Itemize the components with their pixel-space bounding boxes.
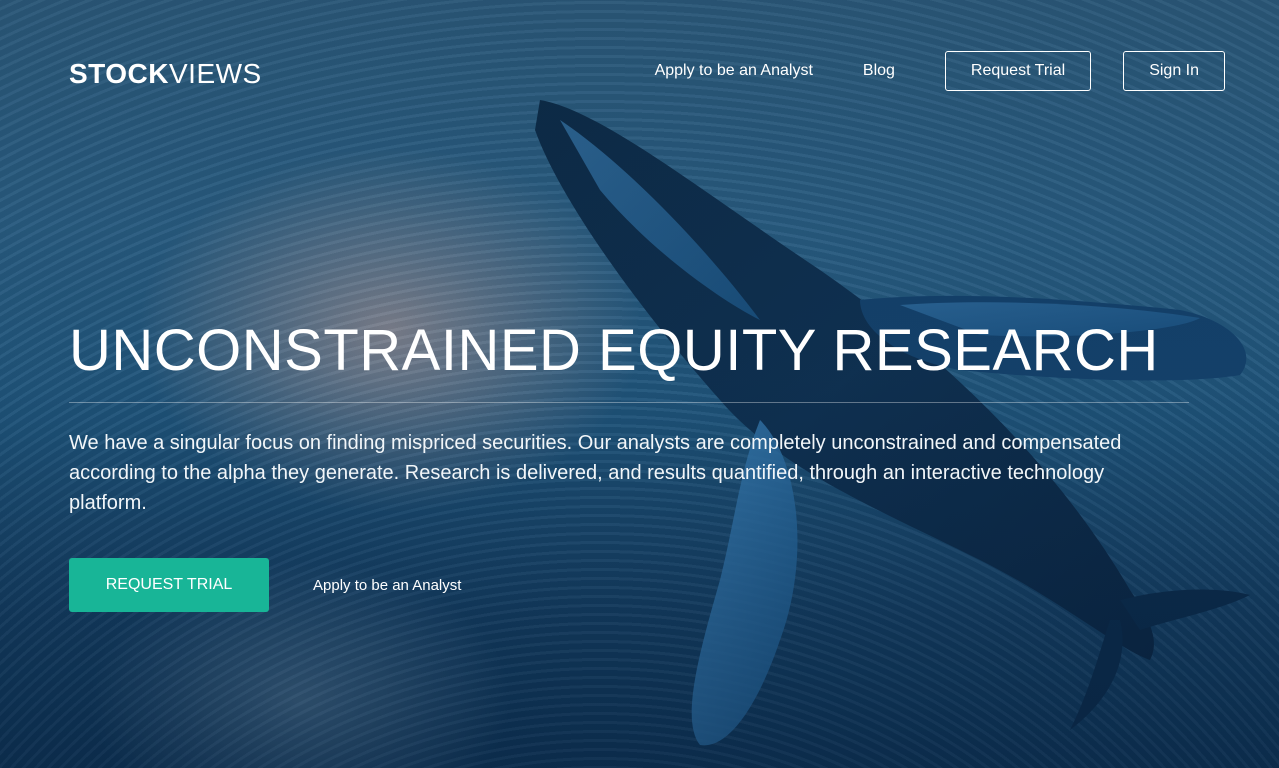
overlay-shade — [0, 0, 1279, 768]
hero-description: We have a singular focus on finding misp… — [69, 432, 1122, 514]
nav-apply-analyst-link[interactable]: Apply to be an Analyst — [655, 51, 813, 91]
nav-sign-in-button[interactable]: Sign In — [1123, 51, 1225, 91]
logo-bold-text: STOCK — [69, 58, 169, 89]
logo-light-text: VIEWS — [169, 58, 262, 89]
apply-analyst-secondary-link[interactable]: Apply to be an Analyst — [313, 576, 461, 596]
nav-request-trial-button[interactable]: Request Trial — [944, 51, 1092, 91]
hero-headline: UNCONSTRAINED EQUITY RESEARCH — [69, 318, 1159, 383]
headline-divider — [69, 402, 1189, 403]
main-nav: Apply to be an Analyst Blog Request Tria… — [655, 51, 1225, 91]
stockviews-logo[interactable]: STOCKVIEWS — [69, 58, 262, 90]
hero-section: STOCKVIEWS Apply to be an Analyst Blog R… — [0, 0, 1279, 768]
nav-blog-link[interactable]: Blog — [863, 51, 895, 91]
request-trial-cta-button[interactable]: REQUEST TRIAL — [69, 558, 269, 612]
